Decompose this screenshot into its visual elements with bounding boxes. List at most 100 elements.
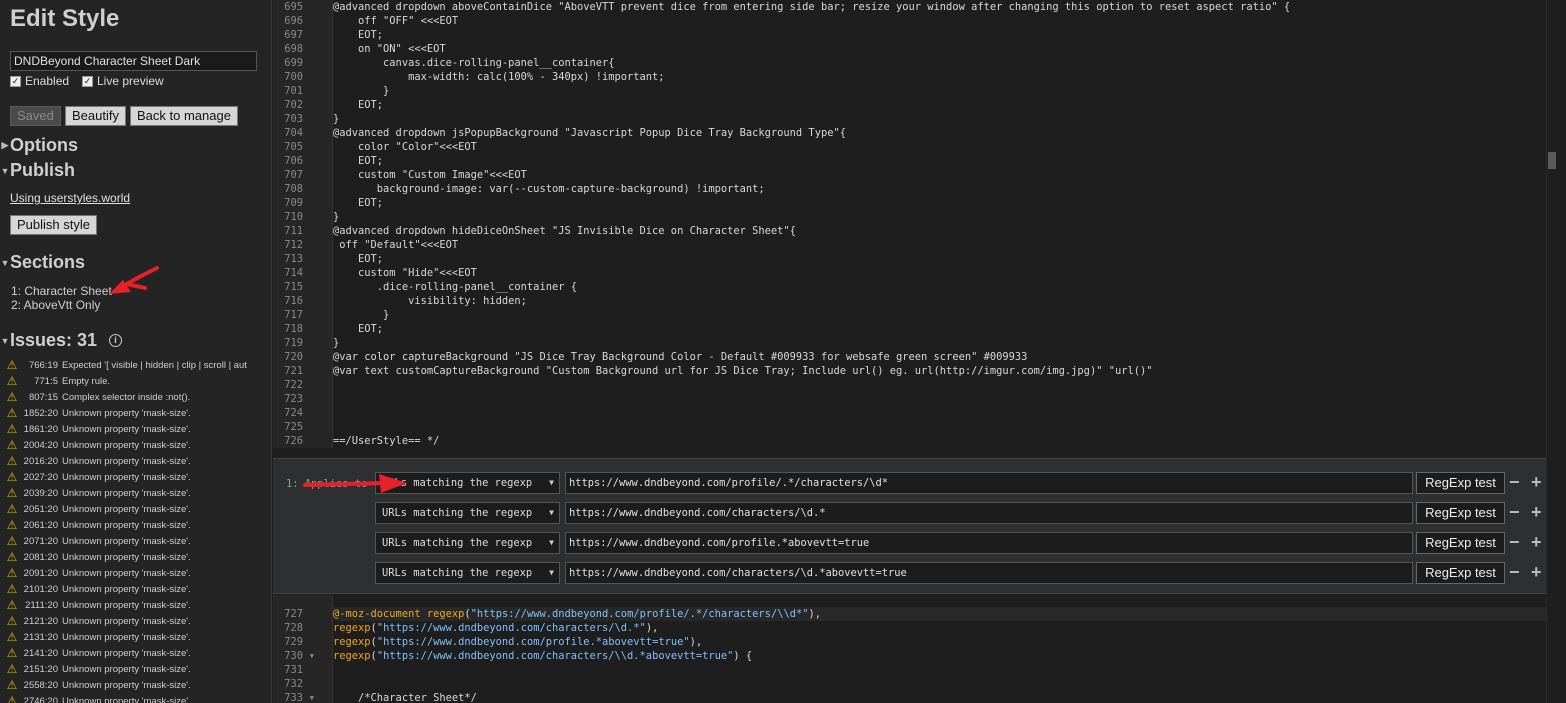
style-name-input[interactable]	[10, 51, 257, 71]
issue-item[interactable]: ⚠ 2111:20 Unknown property 'mask-size'.	[0, 597, 271, 613]
issue-item[interactable]: ⚠ 807:15 Complex selector inside :not().	[0, 389, 271, 405]
match-type-select[interactable]: URLs matching the regexp ▼	[375, 472, 560, 494]
issue-item[interactable]: ⚠ 1861:20 Unknown property 'mask-size'.	[0, 421, 271, 437]
code-line[interactable]: EOT;	[333, 322, 1556, 336]
regexp-test-button[interactable]: RegExp test	[1416, 532, 1505, 554]
minus-icon[interactable]: −	[1509, 502, 1520, 522]
code-line[interactable]	[333, 420, 1556, 434]
fold-arrow-icon[interactable]: ▼	[310, 691, 314, 703]
fold-arrow-icon[interactable]: ▼	[310, 649, 314, 663]
minus-icon[interactable]: −	[1509, 532, 1520, 552]
code-line[interactable]: }	[333, 84, 1556, 98]
code-line[interactable]: @-moz-document regexp("https://www.dndbe…	[333, 607, 1556, 621]
code-line[interactable]: regexp("https://www.dndbeyond.com/profil…	[333, 635, 1556, 649]
enabled-checkbox[interactable]: ✓ Enabled	[10, 74, 69, 88]
code-line[interactable]: @var text customCaptureBackground "Custo…	[333, 364, 1556, 378]
code-line[interactable]: @advanced dropdown aboveContainDice "Abo…	[333, 0, 1556, 14]
code-area-top[interactable]: @advanced dropdown aboveContainDice "Abo…	[333, 0, 1556, 448]
minus-icon[interactable]: −	[1509, 562, 1520, 582]
code-line[interactable]: canvas.dice-rolling-panel__container{	[333, 56, 1556, 70]
issue-item[interactable]: ⚠ 2091:20 Unknown property 'mask-size'.	[0, 565, 271, 581]
url-pattern-input[interactable]	[565, 562, 1413, 584]
code-line[interactable]: visibility: hidden;	[333, 294, 1556, 308]
code-line[interactable]: custom "Hide"<<<EOT	[333, 266, 1556, 280]
issue-item[interactable]: ⚠ 2039:20 Unknown property 'mask-size'.	[0, 485, 271, 501]
issue-item[interactable]: ⚠ 2101:20 Unknown property 'mask-size'.	[0, 581, 271, 597]
url-pattern-input[interactable]	[565, 502, 1413, 524]
back-to-manage-button[interactable]: Back to manage	[130, 106, 238, 126]
code-line[interactable]: background-image: var(--custom-capture-b…	[333, 182, 1556, 196]
code-area-bottom[interactable]: @-moz-document regexp("https://www.dndbe…	[333, 607, 1556, 703]
match-type-select[interactable]: URLs matching the regexp ▼	[375, 532, 560, 554]
code-line[interactable]: }	[333, 112, 1556, 126]
url-pattern-input[interactable]	[565, 472, 1413, 494]
publish-style-button[interactable]: Publish style	[10, 215, 97, 235]
code-line[interactable]: off "OFF" <<<EOT	[333, 14, 1556, 28]
code-line[interactable]: .dice-rolling-panel__container {	[333, 280, 1556, 294]
sections-heading[interactable]: ▼ Sections	[0, 252, 86, 273]
issue-item[interactable]: ⚠ 2558:20 Unknown property 'mask-size'.	[0, 677, 271, 693]
code-line[interactable]	[333, 392, 1556, 406]
issue-item[interactable]: ⚠ 771:5 Empty rule.	[0, 373, 271, 389]
code-line[interactable]: regexp("https://www.dndbeyond.com/charac…	[333, 649, 1556, 663]
issue-item[interactable]: ⚠ 2151:20 Unknown property 'mask-size'.	[0, 661, 271, 677]
plus-icon[interactable]: +	[1531, 532, 1542, 552]
issue-item[interactable]: ⚠ 2131:20 Unknown property 'mask-size'.	[0, 629, 271, 645]
code-line[interactable]	[333, 378, 1556, 392]
code-line[interactable]: }	[333, 210, 1556, 224]
issue-item[interactable]: ⚠ 1852:20 Unknown property 'mask-size'.	[0, 405, 271, 421]
code-line[interactable]	[333, 406, 1556, 420]
code-line[interactable]: off "Default"<<<EOT	[333, 238, 1556, 252]
info-icon[interactable]: i	[109, 334, 123, 347]
plus-icon[interactable]: +	[1531, 502, 1542, 522]
options-heading[interactable]: ▶ Options	[0, 135, 78, 156]
regexp-test-button[interactable]: RegExp test	[1416, 502, 1505, 524]
code-line[interactable]: ==/UserStyle== */	[333, 434, 1556, 448]
beautify-button[interactable]: Beautify	[65, 106, 126, 126]
plus-icon[interactable]: +	[1531, 472, 1542, 492]
code-line[interactable]: EOT;	[333, 98, 1556, 112]
code-editor[interactable]: 695 696 697 698 699 700 701 702 703 704 705 706 707 7…	[273, 0, 1556, 703]
code-line[interactable]: /*Character Sheet*/	[333, 691, 1556, 703]
code-line[interactable]: EOT;	[333, 28, 1556, 42]
code-line[interactable]: EOT;	[333, 154, 1556, 168]
url-pattern-input[interactable]	[565, 532, 1413, 554]
issue-item[interactable]: ⚠ 2004:20 Unknown property 'mask-size'.	[0, 437, 271, 453]
issue-item[interactable]: ⚠ 2141:20 Unknown property 'mask-size'.	[0, 645, 271, 661]
issue-item[interactable]: ⚠ 2051:20 Unknown property 'mask-size'.	[0, 501, 271, 517]
code-line[interactable]: EOT;	[333, 196, 1556, 210]
scrollbar-thumb[interactable]	[1548, 152, 1556, 169]
code-line[interactable]: }	[333, 336, 1556, 350]
code-line[interactable]: custom "Custom Image"<<<EOT	[333, 168, 1556, 182]
plus-icon[interactable]: +	[1531, 562, 1542, 582]
issue-item[interactable]: ⚠ 2121:20 Unknown property 'mask-size'.	[0, 613, 271, 629]
code-line[interactable]: }	[333, 308, 1556, 322]
publish-heading[interactable]: ▼ Publish	[0, 160, 75, 181]
issue-item[interactable]: ⚠ 2071:20 Unknown property 'mask-size'.	[0, 533, 271, 549]
issue-item[interactable]: ⚠ 2061:20 Unknown property 'mask-size'.	[0, 517, 271, 533]
live-preview-checkbox[interactable]: ✓ Live preview	[82, 74, 164, 88]
code-line[interactable]	[333, 677, 1556, 691]
match-type-select[interactable]: URLs matching the regexp ▼	[375, 502, 560, 524]
vertical-scrollbar[interactable]	[1546, 0, 1556, 703]
issue-item[interactable]: ⚠ 2027:20 Unknown property 'mask-size'.	[0, 469, 271, 485]
code-line[interactable]: max-width: calc(100% - 340px) !important…	[333, 70, 1556, 84]
code-line[interactable]: @advanced dropdown hideDiceOnSheet "JS I…	[333, 224, 1556, 238]
issues-heading[interactable]: ▼ Issues: 31 i	[0, 330, 123, 351]
issue-item[interactable]: ⚠ 2746:20 Unknown property 'mask-size'.	[0, 693, 271, 703]
regexp-test-button[interactable]: RegExp test	[1416, 562, 1505, 584]
saved-button[interactable]: Saved	[10, 106, 61, 126]
code-line[interactable]: EOT;	[333, 252, 1556, 266]
match-type-select[interactable]: URLs matching the regexp ▼	[375, 562, 560, 584]
code-line[interactable]: on "ON" <<<EOT	[333, 42, 1556, 56]
section-item-abovevtt-only[interactable]: 2: AboveVtt Only	[11, 298, 100, 312]
issue-item[interactable]: ⚠ 766:19 Expected '[ visible | hidden | cl…	[0, 357, 271, 373]
code-line[interactable]: @advanced dropdown jsPopupBackground "Ja…	[333, 126, 1556, 140]
code-line[interactable]: color "Color"<<<EOT	[333, 140, 1556, 154]
regexp-test-button[interactable]: RegExp test	[1416, 472, 1505, 494]
minus-icon[interactable]: −	[1509, 472, 1520, 492]
code-line[interactable]: @var color captureBackground "JS Dice Tr…	[333, 350, 1556, 364]
code-line[interactable]: regexp("https://www.dndbeyond.com/charac…	[333, 621, 1556, 635]
section-item-character-sheet[interactable]: 1: Character Sheet	[11, 284, 112, 298]
issue-item[interactable]: ⚠ 2016:20 Unknown property 'mask-size'.	[0, 453, 271, 469]
